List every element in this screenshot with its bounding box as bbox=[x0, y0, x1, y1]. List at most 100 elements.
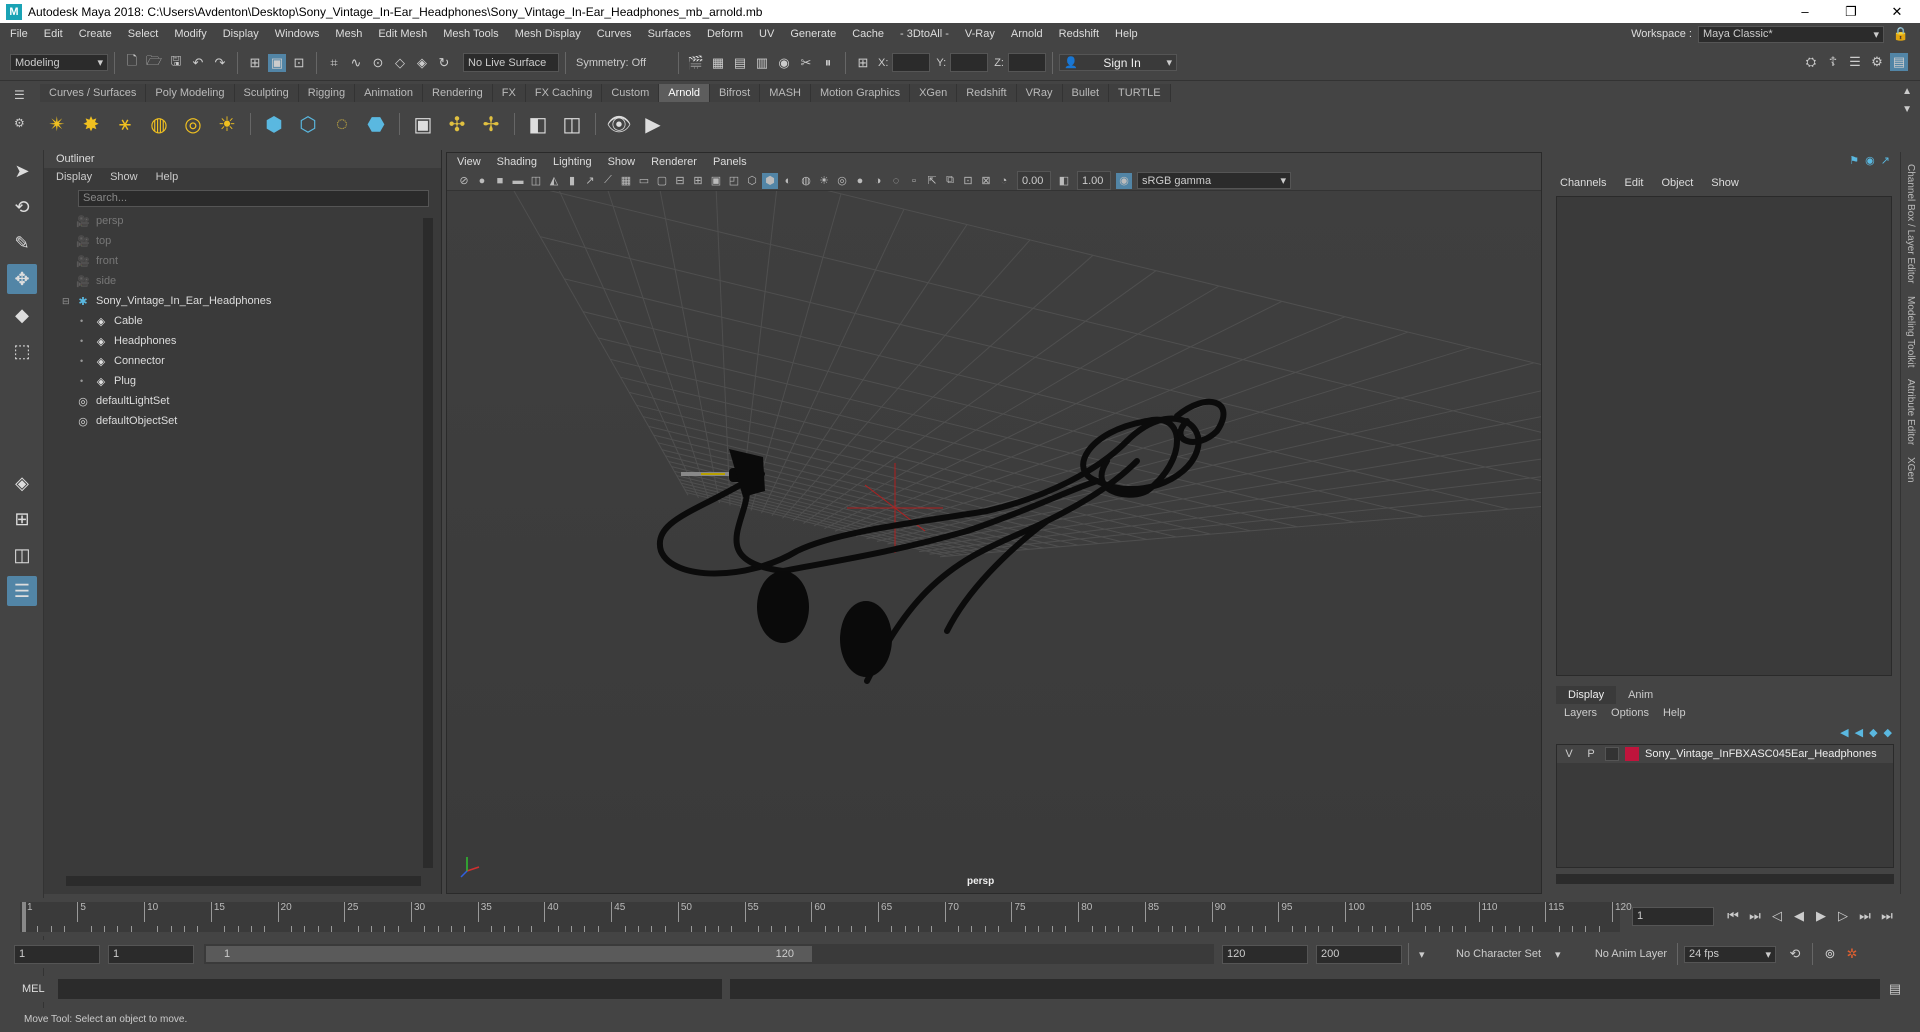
snap-live-icon[interactable]: ↻ bbox=[435, 54, 453, 72]
tool-settings-icon[interactable]: ⚙ bbox=[1868, 53, 1886, 71]
smooth-shade-icon[interactable]: ▢ bbox=[654, 173, 670, 189]
shelf-tab-custom[interactable]: Custom bbox=[602, 84, 660, 102]
channel-box-menu-object[interactable]: Object bbox=[1661, 172, 1693, 194]
menu-mesh-tools[interactable]: Mesh Tools bbox=[435, 23, 506, 45]
channel-box-icon[interactable]: ▤ bbox=[1890, 53, 1908, 71]
mel-input[interactable] bbox=[58, 979, 722, 999]
outliner-item[interactable]: • ◈ Connector bbox=[44, 351, 441, 371]
field-chart-icon[interactable]: ↗ bbox=[582, 173, 598, 189]
outliner-item[interactable]: 🎥 top bbox=[44, 231, 441, 251]
attribute-editor-icon[interactable]: ☰ bbox=[1846, 53, 1864, 71]
layer-visibility-toggle[interactable]: V bbox=[1561, 748, 1577, 760]
scale-tool-icon[interactable]: ⬚ bbox=[7, 336, 37, 366]
anim-layer-dropdown[interactable]: ▾ No Anim Layer bbox=[1551, 946, 1671, 963]
shelf-tab-fx-caching[interactable]: FX Caching bbox=[525, 84, 603, 102]
single-view-icon[interactable]: ◈ bbox=[7, 468, 37, 498]
shelf-tab-turtle[interactable]: TURTLE bbox=[1109, 84, 1171, 102]
use-all-lights-icon[interactable]: ▣ bbox=[708, 173, 724, 189]
xray-active-icon[interactable]: ◍ bbox=[798, 173, 814, 189]
outliner-item[interactable]: 🎥 persp bbox=[44, 211, 441, 231]
snap-point-icon[interactable]: ⊙ bbox=[369, 54, 387, 72]
color-space-dropdown[interactable]: sRGB gamma ▾ bbox=[1137, 172, 1291, 189]
outliner-menu-display[interactable]: Display bbox=[56, 168, 92, 186]
shelf-tab-vray[interactable]: VRay bbox=[1016, 84, 1063, 102]
live-surface-field[interactable]: No Live Surface bbox=[463, 53, 559, 72]
menu-deform[interactable]: Deform bbox=[699, 23, 751, 45]
layer-tab-anim[interactable]: Anim bbox=[1616, 686, 1665, 704]
arnold-standin-icon[interactable]: ⬢ bbox=[260, 110, 288, 138]
menu-3dtoall[interactable]: - 3DtoAll - bbox=[892, 23, 957, 45]
select-hierarchy-icon[interactable]: ⊞ bbox=[246, 54, 264, 72]
arnold-volume-icon[interactable]: ⬡ bbox=[294, 110, 322, 138]
menu-redshift[interactable]: Redshift bbox=[1051, 23, 1107, 45]
safe-action-icon[interactable]: ⟋ bbox=[600, 173, 616, 189]
step-back-key-icon[interactable]: ⏭ bbox=[1746, 907, 1764, 925]
step-forward-frame-icon[interactable]: ▷ bbox=[1834, 907, 1852, 925]
lasso-tool-icon[interactable]: ⟲ bbox=[7, 192, 37, 222]
arnold-area-light-icon[interactable]: ✴ bbox=[43, 110, 71, 138]
transform-mode-icon[interactable]: ⊞ bbox=[854, 54, 872, 72]
move-tool-icon[interactable]: ✥ bbox=[7, 264, 37, 294]
layer-row[interactable]: V P Sony_Vintage_InFBXASC045Ear_Headphon… bbox=[1557, 745, 1893, 763]
scene-end-field[interactable]: 200 bbox=[1316, 944, 1402, 964]
snap-grid-icon[interactable]: ⌗ bbox=[325, 54, 343, 72]
shelf-tab-redshift[interactable]: Redshift bbox=[957, 84, 1017, 102]
ipr-render-icon[interactable]: ▤ bbox=[731, 54, 749, 72]
textured-icon[interactable]: ⊞ bbox=[690, 173, 706, 189]
range-handle[interactable]: 1 120 bbox=[206, 946, 812, 962]
snap-plane-icon[interactable]: ◇ bbox=[391, 54, 409, 72]
animation-preferences-icon[interactable]: ✲ bbox=[1843, 945, 1861, 963]
shelf-menu-icon[interactable]: ☰ bbox=[14, 88, 25, 102]
play-forwards-icon[interactable]: ▶ bbox=[1812, 907, 1830, 925]
new-layer-icon[interactable]: ◆ bbox=[1869, 726, 1877, 739]
mode-dropdown[interactable]: Modeling ▾ bbox=[10, 54, 108, 71]
save-scene-icon[interactable]: 🖫 bbox=[167, 53, 185, 72]
side-by-side-icon[interactable]: ◫ bbox=[7, 540, 37, 570]
rotate-tool-icon[interactable]: ◆ bbox=[7, 300, 37, 330]
outliner-search-input[interactable]: Search... bbox=[78, 190, 429, 207]
menu-help[interactable]: Help bbox=[1107, 23, 1146, 45]
shelf-tab-mash[interactable]: MASH bbox=[760, 84, 811, 102]
shelf-scroll-down-icon[interactable]: ▼ bbox=[1902, 104, 1912, 115]
gate-mask-icon[interactable]: ▮ bbox=[564, 173, 580, 189]
default-material-icon[interactable]: ⊟ bbox=[672, 173, 688, 189]
select-object-icon[interactable]: ▣ bbox=[268, 53, 286, 72]
shelf-tab-animation[interactable]: Animation bbox=[355, 84, 424, 102]
current-time-indicator[interactable] bbox=[22, 902, 26, 932]
arnold-curve-collector-icon[interactable]: ◌ bbox=[328, 110, 356, 138]
open-scene-icon[interactable]: 🗁 bbox=[145, 53, 163, 72]
shelf-tab-xgen[interactable]: XGen bbox=[910, 84, 958, 102]
menu-mesh-display[interactable]: Mesh Display bbox=[507, 23, 589, 45]
isolate-icon[interactable]: ⬡ bbox=[744, 173, 760, 189]
menu-edit-mesh[interactable]: Edit Mesh bbox=[370, 23, 435, 45]
paint-select-tool-icon[interactable]: ✎ bbox=[7, 228, 37, 258]
arnold-point-light-icon[interactable]: ✸ bbox=[77, 110, 105, 138]
expand-dot-icon[interactable]: • bbox=[80, 356, 94, 366]
camera-icon[interactable]: ▬ bbox=[510, 173, 526, 189]
symmetry-dropdown[interactable]: Symmetry: Off bbox=[572, 53, 672, 72]
screen-space-icon[interactable]: ◌ bbox=[888, 173, 904, 189]
shelf-tab-bullet[interactable]: Bullet bbox=[1062, 84, 1110, 102]
outliner-item[interactable]: 🎥 side bbox=[44, 271, 441, 291]
arnold-render-icon[interactable]: ▶ bbox=[639, 110, 667, 138]
gamma-icon[interactable]: ◧ bbox=[1056, 173, 1072, 189]
outliner-item[interactable]: ◎ defaultLightSet bbox=[44, 391, 441, 411]
shelf-tab-curves-surfaces[interactable]: Curves / Surfaces bbox=[40, 84, 147, 102]
no-entry-icon[interactable]: ⊘ bbox=[456, 173, 472, 189]
menu-file[interactable]: File bbox=[2, 23, 36, 45]
channel-box-menu-edit[interactable]: Edit bbox=[1624, 172, 1643, 194]
image-plane-icon[interactable]: ⊠ bbox=[978, 173, 994, 189]
arnold-export-icon[interactable]: ⬣ bbox=[362, 110, 390, 138]
menu-select[interactable]: Select bbox=[120, 23, 167, 45]
channel-box-float-icon[interactable]: ↗ bbox=[1881, 154, 1890, 167]
menu-cache[interactable]: Cache bbox=[844, 23, 892, 45]
viewport-menu-lighting[interactable]: Lighting bbox=[553, 153, 592, 171]
xray-icon[interactable]: ⬢ bbox=[762, 172, 778, 189]
go-to-start-icon[interactable]: ⏮ bbox=[1724, 907, 1742, 925]
side-tab-xgen[interactable]: XGen bbox=[1905, 457, 1916, 483]
outliner-item[interactable]: ◎ defaultObjectSet bbox=[44, 411, 441, 431]
depth-of-field-icon[interactable]: ◑ bbox=[870, 173, 886, 189]
shelf-tab-bifrost[interactable]: Bifrost bbox=[710, 84, 761, 102]
channel-box-area[interactable] bbox=[1556, 196, 1892, 676]
outliner-vertical-scrollbar[interactable] bbox=[423, 218, 433, 868]
